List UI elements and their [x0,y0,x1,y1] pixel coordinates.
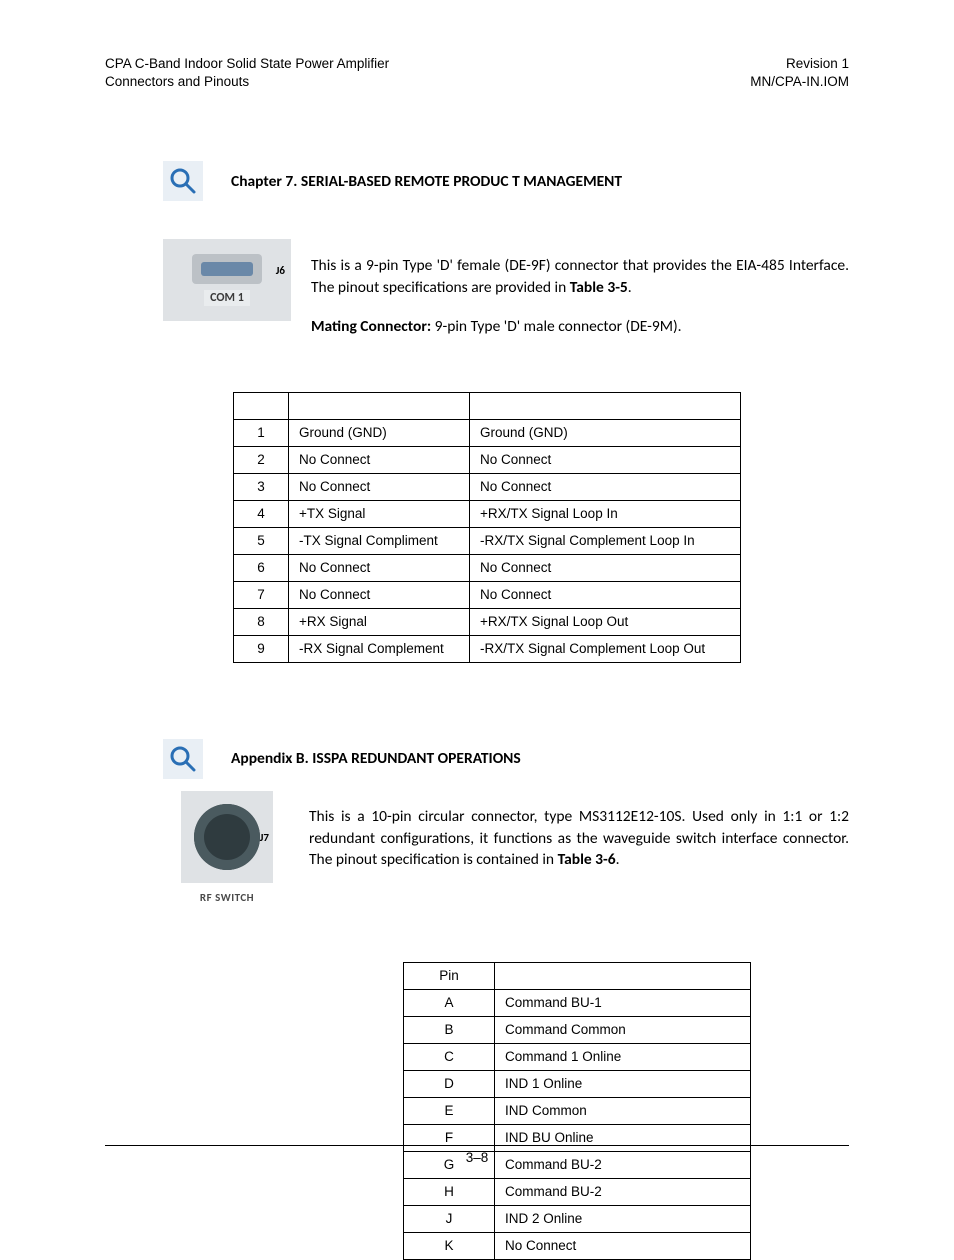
cell-pin: A [404,989,495,1016]
chapter7-paragraph1: This is a 9-pin Type 'D' female (DE-9F) … [311,255,849,298]
cell-name: Command 1 Online [495,1043,751,1070]
cell-signal-b: No Connect [470,473,741,500]
cell-pin: 6 [234,554,289,581]
connector-j7-figure: J7 RF SWITCH [163,791,291,904]
cell-name: Command BU-1 [495,989,751,1016]
appendixB-title: Appendix B. ISSPA REDUNDANT OPERATIONS [231,749,521,768]
cell-name: IND 1 Online [495,1070,751,1097]
table-row: EIND Common [404,1097,751,1124]
cell-signal-a: No Connect [289,554,470,581]
cell-signal-b: -RX/TX Signal Complement Loop Out [470,635,741,662]
table-row: KNo Connect [404,1232,751,1259]
connector-j6-tag: J6 [276,264,285,277]
cell-signal-a: +TX Signal [289,500,470,527]
text-label: Mating Connector: [311,317,431,336]
cell-pin: K [404,1232,495,1259]
table-row: CCommand 1 Online [404,1043,751,1070]
table-row: 3No ConnectNo Connect [234,473,741,500]
cell-pin: 1 [234,419,289,446]
connector-j6-label: COM 1 [204,290,250,306]
appendixB-paragraph: This is a 10-pin circular connector, typ… [309,806,849,871]
page-header: CPA C-Band Indoor Solid State Power Ampl… [105,55,849,91]
cell-signal-a: +RX Signal [289,608,470,635]
header-right-line1: Revision 1 [750,55,849,73]
connector-j7-label: RF SWITCH [200,891,254,904]
cell-signal-b: +RX/TX Signal Loop Out [470,608,741,635]
text-run: . [616,850,620,869]
cell-signal-b: No Connect [470,581,741,608]
table-row: 7No ConnectNo Connect [234,581,741,608]
cell-signal-a: Ground (GND) [289,419,470,446]
table36-header-pin: Pin [404,962,495,989]
header-left-line2: Connectors and Pinouts [105,73,389,91]
table-row: 5-TX Signal Compliment-RX/TX Signal Comp… [234,527,741,554]
header-right-line2: MN/CPA-IN.IOM [750,73,849,91]
cell-signal-a: No Connect [289,581,470,608]
text-run: 9-pin Type 'D' male connector (DE-9M). [431,317,681,336]
cell-pin: H [404,1178,495,1205]
text-run: . [628,278,632,297]
table-row: DIND 1 Online [404,1070,751,1097]
cell-name: Command Common [495,1016,751,1043]
cell-pin: C [404,1043,495,1070]
cell-pin: B [404,1016,495,1043]
table-ref: Table 3-5 [570,278,628,297]
magnifier-icon [163,739,203,779]
table-3-5: 1Ground (GND)Ground (GND)2No ConnectNo C… [233,392,741,663]
table-row: JIND 2 Online [404,1205,751,1232]
cell-pin: J [404,1205,495,1232]
connector-j6-figure: J6 COM 1 [163,239,291,353]
cell-pin: 4 [234,500,289,527]
cell-pin: D [404,1070,495,1097]
table-row: 9-RX Signal Complement-RX/TX Signal Comp… [234,635,741,662]
cell-signal-b: No Connect [470,446,741,473]
cell-name: IND Common [495,1097,751,1124]
cell-name: IND 2 Online [495,1205,751,1232]
cell-signal-a: -TX Signal Compliment [289,527,470,554]
cell-signal-b: Ground (GND) [470,419,741,446]
cell-pin: 9 [234,635,289,662]
chapter7-title: Chapter 7. SERIAL-BASED REMOTE PRODUC T … [231,172,622,191]
cell-name: Command BU-2 [495,1178,751,1205]
table-row: 1Ground (GND)Ground (GND) [234,419,741,446]
page-footer: 3–8 [105,1145,849,1165]
table-row: 8+RX Signal+RX/TX Signal Loop Out [234,608,741,635]
cell-pin: 5 [234,527,289,554]
header-left-line1: CPA C-Band Indoor Solid State Power Ampl… [105,55,389,73]
table-3-6: Pin ACommand BU-1BCommand CommonCCommand… [403,962,751,1260]
magnifier-icon [163,161,203,201]
chapter7-paragraph2: Mating Connector: 9-pin Type 'D' male co… [311,316,849,338]
cell-signal-a: No Connect [289,473,470,500]
cell-signal-a: No Connect [289,446,470,473]
cell-pin: 8 [234,608,289,635]
cell-signal-a: -RX Signal Complement [289,635,470,662]
cell-pin: 2 [234,446,289,473]
table-row: 2No ConnectNo Connect [234,446,741,473]
cell-signal-b: +RX/TX Signal Loop In [470,500,741,527]
table-row: ACommand BU-1 [404,989,751,1016]
cell-pin: E [404,1097,495,1124]
cell-signal-b: No Connect [470,554,741,581]
table-row: BCommand Common [404,1016,751,1043]
table-ref: Table 3-6 [558,850,616,869]
table-row: 4+TX Signal+RX/TX Signal Loop In [234,500,741,527]
page-number: 3–8 [466,1150,489,1165]
cell-pin: 3 [234,473,289,500]
table-row: 6No ConnectNo Connect [234,554,741,581]
table-row: HCommand BU-2 [404,1178,751,1205]
cell-pin: 7 [234,581,289,608]
cell-signal-b: -RX/TX Signal Complement Loop In [470,527,741,554]
connector-j7-tag: J7 [260,831,269,844]
cell-name: No Connect [495,1232,751,1259]
